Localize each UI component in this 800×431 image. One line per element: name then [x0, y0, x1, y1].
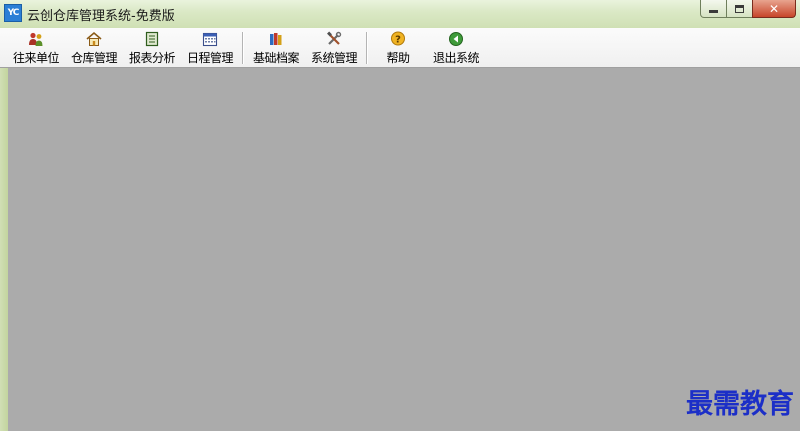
calendar-icon: [202, 32, 218, 47]
main-toolbar: 往来单位 仓库管理 报表分析 日程管理 基础档案 系统管理 ? 帮助 退出系统: [0, 28, 800, 68]
toolbar-button-help[interactable]: ? 帮助: [374, 31, 422, 65]
toolbar-label-exit: 退出系统: [432, 51, 480, 65]
toolbar-label-archive: 基础档案: [252, 51, 300, 65]
toolbar-button-warehouse[interactable]: 仓库管理: [66, 31, 122, 65]
toolbar-label-calendar: 日程管理: [186, 51, 234, 65]
contacts-icon: [29, 32, 43, 46]
minimize-button[interactable]: [700, 0, 727, 18]
toolbar-separator: [242, 32, 244, 64]
maximize-icon: [735, 4, 744, 13]
left-border: [0, 68, 8, 431]
toolbar-button-exit[interactable]: 退出系统: [428, 31, 484, 65]
toolbar-button-archive[interactable]: 基础档案: [248, 31, 304, 65]
archive-icon: [270, 33, 282, 45]
app-icon: YC: [4, 4, 22, 22]
close-icon: ✕: [768, 1, 780, 16]
toolbar-label-contacts: 往来单位: [12, 51, 60, 65]
watermark: 最需教育: [686, 389, 794, 420]
toolbar-label-system: 系统管理: [310, 51, 358, 65]
toolbar-label-warehouse: 仓库管理: [70, 51, 118, 65]
window-title: 云创仓库管理系统-免费版: [27, 9, 175, 24]
toolbar-button-system[interactable]: 系统管理: [306, 31, 362, 65]
exit-icon: [449, 32, 463, 46]
toolbar-button-report[interactable]: 报表分析: [124, 31, 180, 65]
toolbar-label-report: 报表分析: [128, 51, 176, 65]
title-bar[interactable]: YC 云创仓库管理系统-免费版 ✕: [0, 0, 800, 28]
toolbar-button-calendar[interactable]: 日程管理: [182, 31, 238, 65]
window-controls: ✕: [700, 0, 796, 18]
warehouse-icon: [86, 31, 102, 46]
toolbar-button-contacts[interactable]: 往来单位: [8, 31, 64, 65]
toolbar-separator-2: [366, 32, 368, 64]
report-icon: [145, 31, 159, 47]
svg-text:?: ?: [395, 35, 401, 46]
mdi-client-area[interactable]: [8, 68, 800, 431]
minimize-icon: [709, 10, 718, 13]
toolbar-label-help: 帮助: [386, 51, 410, 65]
tools-icon: [327, 31, 342, 45]
app-window: YC 云创仓库管理系统-免费版 ✕ 往来单位 仓库管理 报表分析 日程管理 基础…: [0, 0, 800, 431]
help-icon: ?: [391, 31, 405, 46]
maximize-button[interactable]: [726, 0, 753, 18]
close-button[interactable]: ✕: [752, 0, 796, 18]
